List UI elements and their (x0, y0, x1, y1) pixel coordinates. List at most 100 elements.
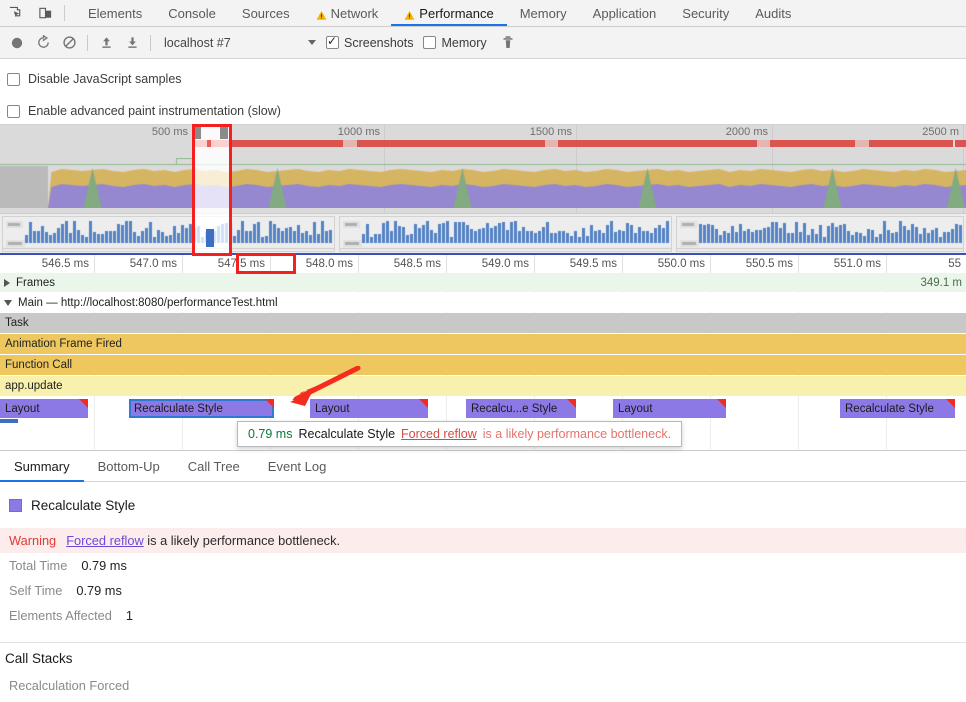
chevron-down-icon (308, 40, 316, 45)
tab-sources[interactable]: Sources (229, 0, 303, 26)
details-title-label: Recalculate Style (31, 497, 136, 513)
tab-elements[interactable]: Elements (75, 0, 155, 26)
target-select-label: localhost #7 (164, 35, 231, 50)
tooltip-event-name: Recalculate Style (298, 427, 396, 441)
frames-duration-label: 349.1 m (920, 276, 962, 289)
target-select[interactable]: localhost #7 (164, 36, 316, 50)
record-circle-icon[interactable] (4, 30, 30, 56)
timeline-tick-label: 55 (948, 258, 961, 270)
flame-bar-label: Recalculate Style (134, 402, 223, 415)
timeline-tick-label: 551.0 ms (833, 258, 881, 270)
disable-js-samples-checkbox[interactable]: Disable JavaScript samples (0, 66, 966, 92)
tab-label: Memory (519, 5, 567, 21)
tab-label: Performance (419, 5, 494, 21)
overview-window-handle-left[interactable] (193, 125, 201, 139)
clear-icon[interactable] (56, 30, 82, 56)
timeline-ruler[interactable]: 546.5 ms 547.0 ms 547.5 ms 548.0 ms 548.5 ms… (0, 253, 966, 275)
network-marker (207, 140, 211, 147)
tooltip-forced-reflow-link[interactable]: Forced reflow (401, 427, 477, 441)
event-tooltip: 0.79 ms Recalculate Style Forced reflow … (237, 421, 683, 447)
checkbox-box (7, 104, 20, 118)
tab-label: Audits (755, 5, 792, 21)
details-tabs: Summary Bottom-Up Call Tree Event Log (0, 451, 966, 482)
tab-label: Sources (241, 5, 290, 21)
flame-bar-event[interactable]: Recalculate Style (840, 399, 955, 418)
tab-security[interactable]: Security (669, 0, 742, 26)
details-warning-row: Warning Forced reflow is a likely perfor… (0, 528, 966, 553)
flame-bar-app-update[interactable]: app.update (0, 376, 966, 396)
tab-label: Console (168, 5, 216, 21)
call-stacks-title: Call Stacks (5, 650, 73, 666)
tab-bottom-up[interactable]: Bottom-Up (84, 451, 174, 481)
advanced-paint-checkbox[interactable]: Enable advanced paint instrumentation (s… (0, 98, 966, 124)
flame-bar-event[interactable]: Recalcu...e Style (466, 399, 576, 418)
flame-bar-selected[interactable]: Recalculate Style (129, 399, 274, 418)
row-key: Elements Affected (9, 608, 112, 623)
tab-label: Security (682, 5, 730, 21)
row-key: Total Time (9, 558, 68, 573)
details-row-elements-affected: Elements Affected 1 (0, 603, 966, 628)
tab-label: Application (592, 5, 657, 21)
warning-corner-icon (946, 399, 955, 408)
timeline-tick-label: 547.0 ms (129, 258, 177, 270)
memory-label: Memory (441, 35, 487, 50)
tab-performance[interactable]: Performance (391, 0, 508, 26)
flame-bar-event[interactable]: Layout (310, 399, 428, 418)
tab-memory[interactable]: Memory (507, 0, 580, 26)
details-body: Recalculate Style Warning Forced reflow … (0, 482, 966, 697)
screenshots-label: Screenshots (344, 35, 414, 50)
call-stack-item[interactable]: Recalculation Forced (0, 673, 966, 697)
warning-label: Warning (9, 533, 57, 548)
overview-window-handle-right[interactable] (220, 125, 228, 139)
warning-corner-icon (79, 399, 88, 408)
warning-triangle-icon (316, 9, 327, 20)
timeline-gridline (710, 255, 711, 275)
main-group-label: Main — http://localhost:8080/performance… (18, 296, 278, 309)
flame-bar-event[interactable]: Layout (613, 399, 726, 418)
flame-bar-event[interactable]: Layout (0, 399, 88, 418)
timeline-overview[interactable]: 500 ms 1000 ms 1500 ms 2000 ms 2500 m (0, 124, 966, 253)
flame-bar-label: Task (5, 317, 29, 329)
tab-audits[interactable]: Audits (742, 0, 804, 26)
warning-corner-icon (717, 399, 726, 408)
flame-bar-label: Layout (5, 402, 40, 415)
flame-bar-task[interactable]: Task (0, 313, 966, 333)
reload-record-icon[interactable] (30, 30, 56, 56)
inspect-cursor-icon[interactable] (0, 0, 30, 26)
trash-icon[interactable] (495, 30, 521, 56)
tab-application[interactable]: Application (580, 0, 670, 26)
frames-group-label: Frames (16, 276, 55, 289)
disable-js-samples-label: Disable JavaScript samples (28, 72, 182, 86)
forced-reflow-link[interactable]: Forced reflow (66, 533, 144, 548)
flame-bar-label: Function Call (5, 359, 73, 371)
flame-group-main[interactable]: Main — http://localhost:8080/performance… (0, 293, 966, 312)
toolbar-divider-2 (150, 34, 151, 51)
checkbox-box (326, 34, 339, 49)
checkbox-box (7, 72, 20, 86)
tab-network[interactable]: Network (303, 0, 392, 26)
tab-summary[interactable]: Summary (0, 451, 84, 482)
tab-event-log[interactable]: Event Log (254, 451, 341, 481)
screenshots-checkbox[interactable]: Screenshots (326, 34, 414, 50)
device-toolbar-icon[interactable] (30, 0, 60, 26)
overview-dimmer-left (0, 125, 192, 253)
row-value: 0.79 ms (81, 558, 127, 573)
timeline-gridline (622, 255, 623, 275)
memory-checkbox[interactable]: Memory (423, 35, 487, 50)
flame-bar-animation-frame-fired[interactable]: Animation Frame Fired (0, 334, 966, 354)
save-profile-icon[interactable] (119, 30, 145, 56)
flame-bar-function-call[interactable]: Function Call (0, 355, 966, 375)
tab-call-tree[interactable]: Call Tree (174, 451, 254, 481)
timeline-tick-label: 550.0 ms (657, 258, 705, 270)
tab-console[interactable]: Console (155, 0, 229, 26)
timeline-tick-label: 547.5 ms (217, 258, 265, 270)
warning-corner-icon (265, 399, 274, 408)
tab-label: Elements (88, 5, 143, 21)
devtools-tabbar: Elements Console Sources Network Perform… (0, 0, 966, 27)
load-profile-icon[interactable] (93, 30, 119, 56)
flame-group-frames[interactable]: Frames 349.1 m (0, 273, 966, 292)
details-row-self-time: Self Time 0.79 ms (0, 578, 966, 603)
row-value: 1 (125, 608, 134, 623)
flame-nested-strip (0, 419, 18, 423)
tooltip-message: is a likely performance bottleneck. (482, 427, 672, 441)
